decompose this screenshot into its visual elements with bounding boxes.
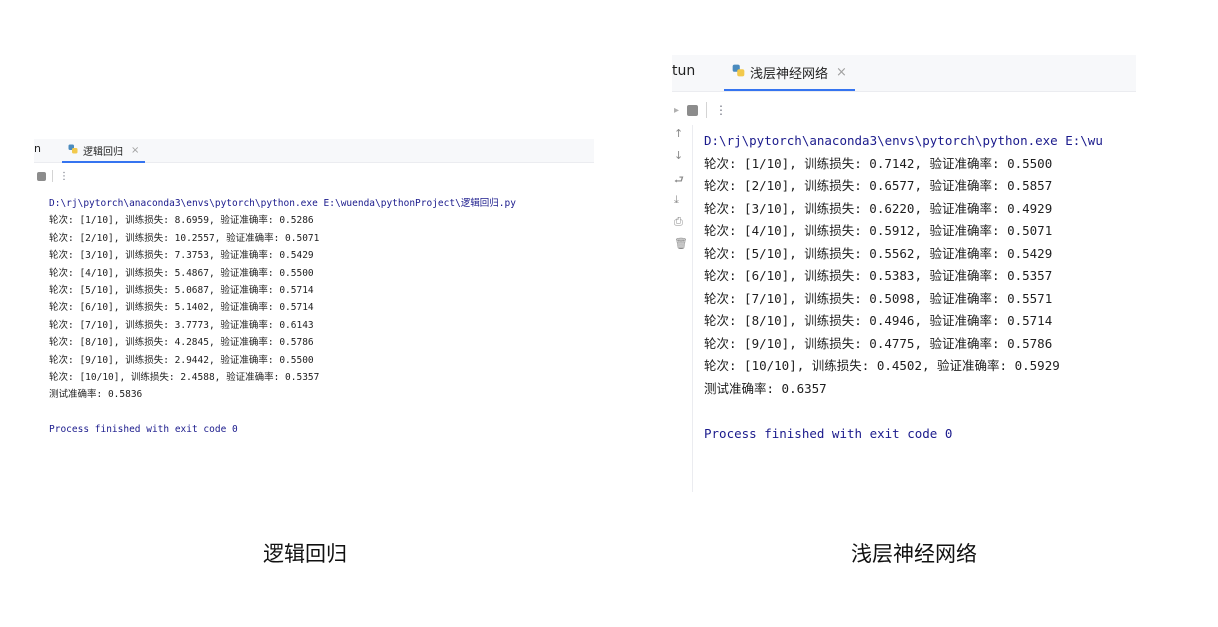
- test-accuracy-line: 测试准确率: 0.5836: [49, 389, 143, 401]
- shallow-neural-network-run-panel: tun 浅层神经网络 × ▸ ⋮ ↑ ↓ ⮐ ⤓ ⎙ 🗑 D:\rj\pytor…: [672, 55, 1136, 492]
- epoch-line: 轮次: [6/10], 训练损失: 5.1402, 验证准确率: 0.5714: [49, 302, 314, 314]
- epoch-line: 轮次: [4/10], 训练损失: 5.4867, 验证准确率: 0.5500: [49, 267, 314, 279]
- epoch-line: 轮次: [1/10], 训练损失: 8.6959, 验证准确率: 0.5286: [49, 215, 314, 227]
- down-arrow-icon[interactable]: ↓: [674, 149, 683, 162]
- run-toolbar: ▸ ⋮: [672, 95, 1136, 125]
- run-tab-logistic-regression[interactable]: 逻辑回归 ×: [62, 139, 146, 163]
- epoch-line: 轮次: [7/10], 训练损失: 0.5098, 验证准确率: 0.5571: [704, 290, 1053, 306]
- toolbar-separator: [706, 102, 707, 118]
- epoch-line: 轮次: [7/10], 训练损失: 3.7773, 验证准确率: 0.6143: [49, 319, 314, 331]
- up-arrow-icon[interactable]: ↑: [674, 127, 683, 140]
- run-command-line: D:\rj\pytorch\anaconda3\envs\pytorch\pyt…: [704, 133, 1103, 148]
- epoch-line: 轮次: [9/10], 训练损失: 0.4775, 验证准确率: 0.5786: [704, 335, 1053, 351]
- epoch-line: 轮次: [1/10], 训练损失: 0.7142, 验证准确率: 0.5500: [704, 155, 1053, 171]
- previous-tab-stub[interactable]: n: [34, 142, 41, 155]
- epoch-line: 轮次: [4/10], 训练损失: 0.5912, 验证准确率: 0.5071: [704, 223, 1053, 238]
- epoch-line: 轮次: [2/10], 训练损失: 0.6577, 验证准确率: 0.5857: [704, 178, 1053, 193]
- soft-wrap-icon[interactable]: ⮐: [674, 171, 684, 190]
- test-accuracy-line: 测试准确率: 0.6357: [704, 380, 827, 396]
- run-toolbar: ⋮: [34, 164, 594, 188]
- console-output: D:\rj\pytorch\anaconda3\envs\pytorch\pyt…: [704, 130, 1103, 445]
- tab-label: 浅层神经网络: [750, 66, 829, 82]
- previous-tab-stub[interactable]: tun: [672, 63, 695, 79]
- console-side-toolbar: ↑ ↓ ⮐ ⤓ ⎙ 🗑: [672, 125, 693, 492]
- epoch-line: 轮次: [2/10], 训练损失: 10.2557, 验证准确率: 0.5071: [49, 232, 320, 244]
- epoch-line: 轮次: [8/10], 训练损失: 0.4946, 验证准确率: 0.5714: [704, 313, 1053, 328]
- print-icon[interactable]: ⎙: [674, 215, 683, 229]
- run-command-line: D:\rj\pytorch\anaconda3\envs\pytorch\pyt…: [49, 198, 516, 209]
- close-icon[interactable]: ×: [836, 65, 847, 80]
- more-options-icon[interactable]: ⋮: [715, 103, 727, 117]
- epoch-line: 轮次: [10/10], 训练损失: 2.4588, 验证准确率: 0.5357: [49, 372, 320, 384]
- console-output: D:\rj\pytorch\anaconda3\envs\pytorch\pyt…: [49, 195, 516, 439]
- epoch-line: 轮次: [3/10], 训练损失: 0.6220, 验证准确率: 0.4929: [704, 200, 1053, 216]
- more-options-icon[interactable]: ⋮: [59, 171, 69, 182]
- stop-button[interactable]: [37, 171, 46, 181]
- stop-button[interactable]: [687, 104, 698, 116]
- tab-label: 逻辑回归: [83, 146, 123, 158]
- scroll-to-end-icon[interactable]: ⤓: [674, 193, 679, 207]
- run-tab-bar: n 逻辑回归 ×: [34, 139, 594, 163]
- python-icon: [732, 64, 745, 81]
- close-icon[interactable]: ×: [131, 145, 139, 156]
- python-icon: [68, 144, 78, 157]
- trash-icon[interactable]: 🗑: [674, 237, 688, 250]
- toolbar-separator: [52, 170, 53, 182]
- run-tab-shallow-neural-network[interactable]: 浅层神经网络 ×: [724, 55, 855, 91]
- process-finished-line: Process finished with exit code 0: [704, 425, 953, 441]
- epoch-line: 轮次: [9/10], 训练损失: 2.9442, 验证准确率: 0.5500: [49, 354, 314, 366]
- logistic-regression-run-panel: n 逻辑回归 × ⋮ D:\rj\pytorch\anaconda3\envs\…: [34, 139, 594, 439]
- caption-shallow-neural-network: 浅层神经网络: [851, 542, 977, 566]
- rerun-icon[interactable]: ▸: [674, 105, 679, 116]
- epoch-line: 轮次: [3/10], 训练损失: 7.3753, 验证准确率: 0.5429: [49, 250, 314, 262]
- epoch-line: 轮次: [5/10], 训练损失: 5.0687, 验证准确率: 0.5714: [49, 285, 314, 297]
- run-tab-bar: tun 浅层神经网络 ×: [672, 55, 1136, 92]
- epoch-line: 轮次: [10/10], 训练损失: 0.4502, 验证准确率: 0.5929: [704, 358, 1060, 373]
- epoch-line: 轮次: [6/10], 训练损失: 0.5383, 验证准确率: 0.5357: [704, 268, 1053, 283]
- caption-logistic-regression: 逻辑回归: [263, 542, 347, 566]
- process-finished-line: Process finished with exit code 0: [49, 424, 238, 436]
- epoch-line: 轮次: [8/10], 训练损失: 4.2845, 验证准确率: 0.5786: [49, 337, 314, 349]
- epoch-line: 轮次: [5/10], 训练损失: 0.5562, 验证准确率: 0.5429: [704, 245, 1053, 261]
